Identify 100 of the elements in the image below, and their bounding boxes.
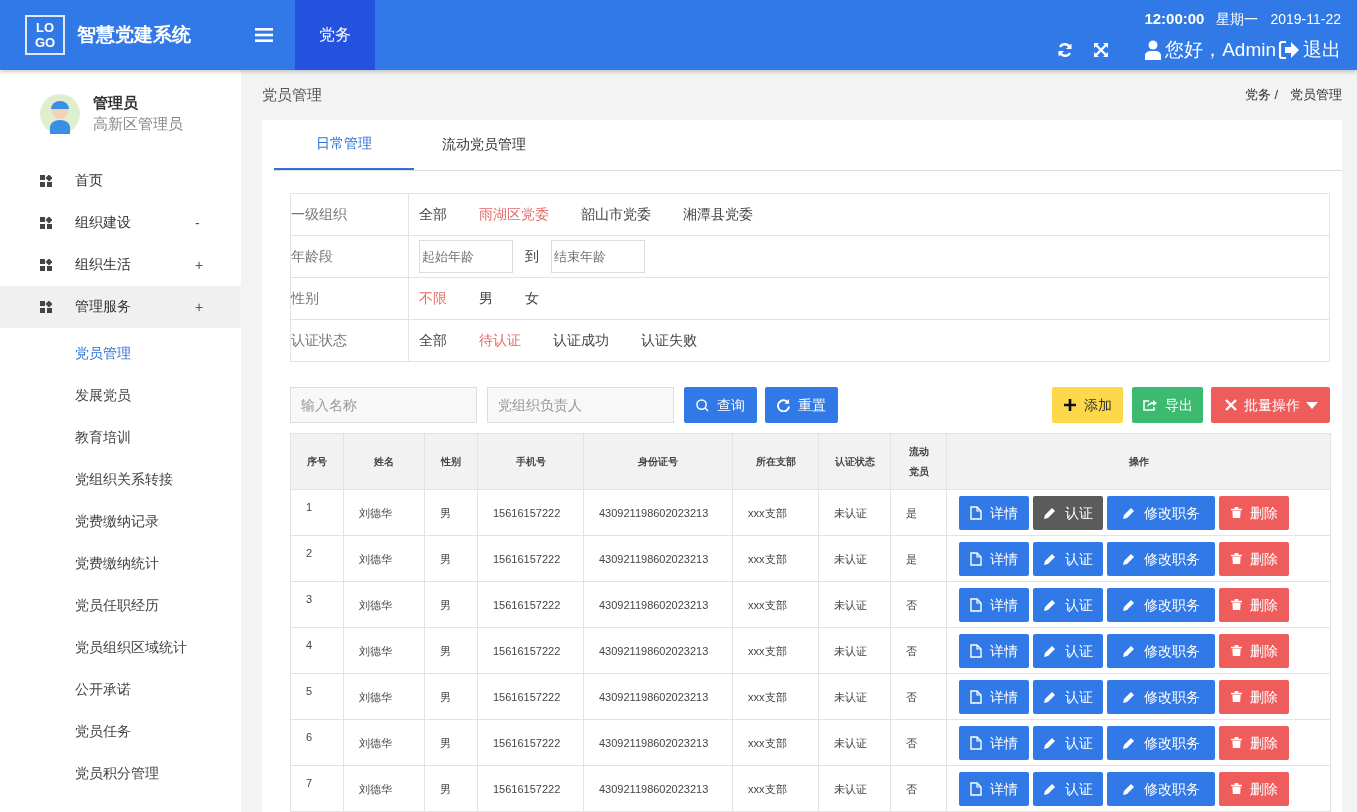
plus-icon [1063, 399, 1076, 411]
verify-button[interactable]: 认证 [1033, 771, 1103, 806]
table-cell: xxx支部 [732, 489, 819, 536]
verify-button[interactable]: 认证 [1033, 495, 1103, 530]
menu-item[interactable]: 管理服务 + [0, 286, 241, 328]
delete-button[interactable]: 删除 [1219, 495, 1289, 530]
edit-button[interactable]: 修改职务 [1107, 771, 1215, 806]
toggle-sign: + [195, 299, 204, 315]
filter-option[interactable]: 不限 [419, 289, 455, 308]
leader-search-field[interactable]: 党组织负责人 [487, 387, 674, 423]
toggle-sign: - [195, 215, 200, 231]
menu-icon[interactable] [255, 28, 273, 42]
table-cell: xxx支部 [732, 673, 819, 720]
submenu-item[interactable]: 公开承诺 [0, 668, 241, 710]
grid-icon [40, 175, 52, 187]
delete-button[interactable]: 删除 [1219, 725, 1289, 760]
table-cell: xxx支部 [732, 765, 819, 812]
edit-button[interactable]: 修改职务 [1107, 679, 1215, 714]
verify-button[interactable]: 认证 [1033, 633, 1103, 668]
edit-button[interactable]: 修改职务 [1107, 633, 1215, 668]
export-button[interactable]: 导出 [1132, 387, 1203, 423]
filter-option[interactable]: 全部 [419, 331, 455, 350]
file-icon [970, 735, 982, 750]
breadcrumb-item[interactable]: 党务 / [1244, 86, 1278, 104]
trash-icon [1230, 645, 1242, 656]
delete-button[interactable]: 删除 [1219, 679, 1289, 714]
refresh-icon[interactable] [1057, 42, 1074, 58]
detail-button[interactable]: 详情 [959, 725, 1029, 760]
submenu-item[interactable]: 发展党员 [0, 374, 241, 416]
table-cell: 否 [890, 627, 947, 674]
submenu-item[interactable]: 党员组织区域统计 [0, 626, 241, 668]
edit-button[interactable]: 修改职务 [1107, 725, 1215, 760]
verify-button[interactable]: 认证 [1033, 679, 1103, 714]
age-from-field[interactable]: 起始年龄 [419, 240, 513, 273]
query-button[interactable]: 查询 [684, 387, 757, 423]
column-header: 身份证号 [583, 433, 733, 490]
detail-button[interactable]: 详情 [959, 587, 1029, 622]
edit-button[interactable]: 修改职务 [1107, 541, 1215, 576]
detail-button[interactable]: 详情 [959, 633, 1029, 668]
verify-button[interactable]: 认证 [1033, 541, 1103, 576]
submenu-item[interactable]: 党费缴纳记录 [0, 500, 241, 542]
tab[interactable]: 日常管理 [274, 120, 414, 170]
reset-button[interactable]: 重置 [765, 387, 838, 423]
menu-item[interactable]: 首页 [0, 160, 241, 202]
detail-button[interactable]: 详情 [959, 495, 1029, 530]
column-header: 序号 [290, 433, 344, 490]
table-cell: xxx支部 [732, 627, 819, 674]
submenu-item[interactable]: 党员管理 [0, 332, 241, 374]
pencil-icon [1122, 551, 1136, 566]
age-to-field[interactable]: 结束年龄 [551, 240, 645, 273]
menu-label: 首页 [75, 172, 104, 190]
grid-icon [40, 217, 52, 229]
nav-tab[interactable]: 党务 [295, 0, 375, 70]
table-cell: xxx支部 [732, 581, 819, 628]
menu-item[interactable]: 组织生活 + [0, 244, 241, 286]
batch-button[interactable]: 批量操作 [1211, 387, 1330, 423]
filter-label: 认证状态 [291, 320, 409, 361]
file-icon [970, 643, 982, 658]
breadcrumb-item[interactable]: 党员管理 [1290, 86, 1342, 104]
edit-button[interactable]: 修改职务 [1107, 495, 1215, 530]
filter-option[interactable]: 韶山市党委 [581, 205, 659, 224]
table-cell: 3 [290, 581, 344, 628]
delete-button[interactable]: 删除 [1219, 587, 1289, 622]
table-cell: 2 [290, 535, 344, 582]
verify-button[interactable]: 认证 [1033, 587, 1103, 622]
fullscreen-icon[interactable] [1093, 42, 1110, 58]
submenu-item[interactable]: 党组织关系转接 [0, 458, 241, 500]
detail-button[interactable]: 详情 [959, 771, 1029, 806]
delete-button[interactable]: 删除 [1219, 771, 1289, 806]
filter-option[interactable]: 全部 [419, 205, 455, 224]
page-title: 党员管理 [262, 85, 322, 105]
menu-item[interactable]: 组织建设 - [0, 202, 241, 244]
submenu-item[interactable]: 党费缴纳统计 [0, 542, 241, 584]
submenu-item[interactable]: 党员积分管理 [0, 752, 241, 794]
toggle-sign: + [195, 257, 204, 273]
file-icon [970, 505, 982, 520]
filter-option[interactable]: 待认证 [479, 331, 529, 350]
column-header: 认证状态 [818, 433, 891, 490]
detail-button[interactable]: 详情 [959, 679, 1029, 714]
table-cell: 1 [290, 489, 344, 536]
edit-button[interactable]: 修改职务 [1107, 587, 1215, 622]
tab[interactable]: 流动党员管理 [414, 120, 554, 170]
filter-option[interactable]: 认证失败 [641, 331, 705, 350]
table-cell: 430921198602023213 [583, 535, 733, 582]
filter-option[interactable]: 女 [525, 289, 547, 308]
logout-icon [1278, 40, 1300, 60]
name-search-field[interactable]: 输入名称 [290, 387, 477, 423]
submenu-item[interactable]: 党员任职经历 [0, 584, 241, 626]
submenu-item[interactable]: 党员任务 [0, 710, 241, 752]
detail-button[interactable]: 详情 [959, 541, 1029, 576]
logout-button[interactable]: 退出 [1278, 37, 1341, 63]
filter-option[interactable]: 认证成功 [553, 331, 617, 350]
submenu-item[interactable]: 教育培训 [0, 416, 241, 458]
verify-button[interactable]: 认证 [1033, 725, 1103, 760]
add-button[interactable]: 添加 [1052, 387, 1123, 423]
delete-button[interactable]: 删除 [1219, 541, 1289, 576]
filter-option[interactable]: 湘潭县党委 [683, 205, 761, 224]
filter-option[interactable]: 雨湖区党委 [479, 205, 557, 224]
filter-option[interactable]: 男 [479, 289, 501, 308]
delete-button[interactable]: 删除 [1219, 633, 1289, 668]
